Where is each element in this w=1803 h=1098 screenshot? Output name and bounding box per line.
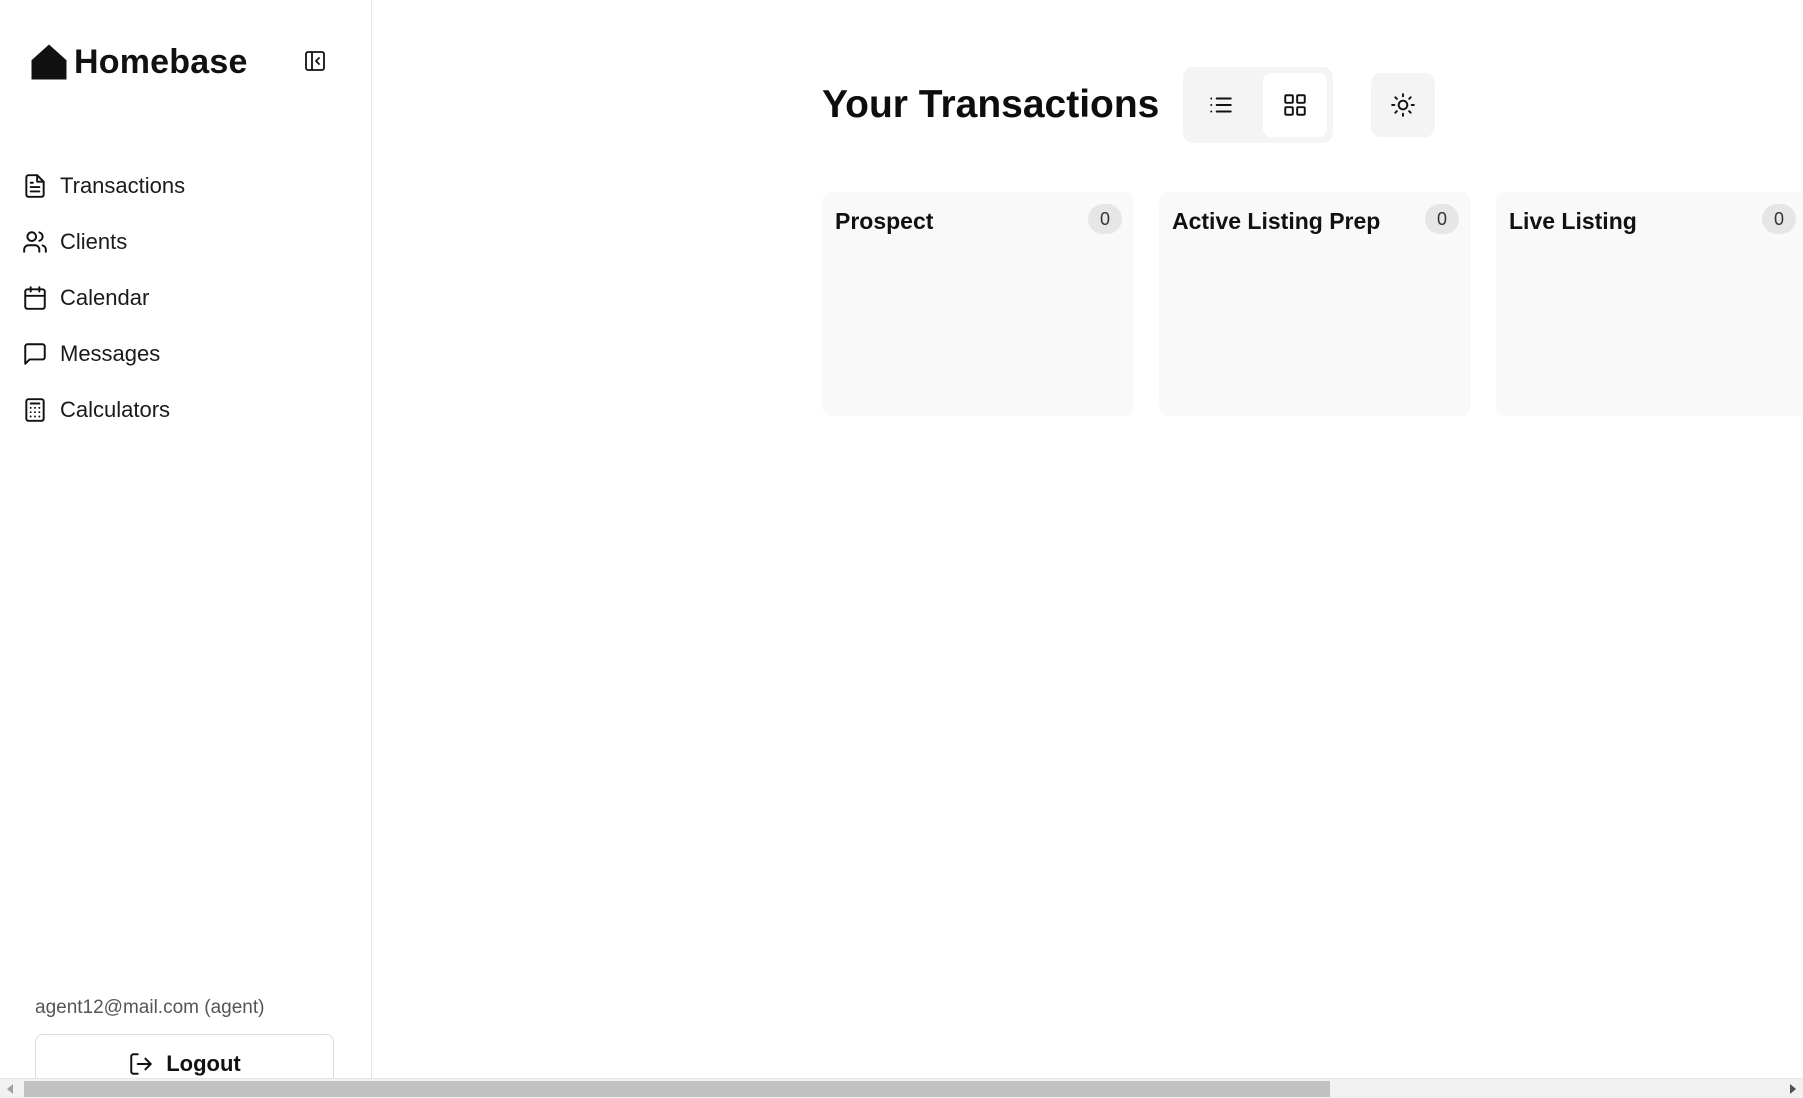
column-count-badge: 0	[1088, 204, 1122, 234]
kanban-column-prospect[interactable]: Prospect 0	[822, 192, 1134, 416]
column-count-badge: 0	[1762, 204, 1796, 234]
sidebar-item-clients[interactable]: Clients	[22, 214, 185, 270]
sidebar-item-transactions[interactable]: Transactions	[22, 158, 185, 214]
view-toggle	[1183, 67, 1334, 143]
kanban-column-live-listing[interactable]: Live Listing 0	[1496, 192, 1803, 416]
message-icon	[24, 343, 46, 365]
triangle-right-icon	[1790, 1084, 1796, 1094]
sidebar: Homebase Transactions Clients Calendar M…	[0, 0, 372, 1094]
list-icon	[1210, 97, 1233, 113]
horizontal-scrollbar[interactable]	[0, 1078, 1803, 1098]
users-icon	[23, 231, 47, 253]
main-content: Your Transactions Prospect 0 Active List…	[373, 0, 1803, 1078]
grid-view-button[interactable]	[1263, 73, 1328, 137]
app: Homebase Transactions Clients Calendar M…	[0, 0, 1803, 1098]
column-title: Live Listing	[1509, 208, 1637, 234]
calculator-icon	[25, 398, 45, 422]
list-view-button[interactable]	[1189, 73, 1253, 137]
sidebar-collapse-button[interactable]	[300, 46, 330, 76]
column-title: Prospect	[835, 208, 934, 234]
sidebar-item-label: Clients	[60, 229, 128, 254]
kanban-board: Prospect 0 Active Listing Prep 0 Live Li…	[822, 192, 1803, 416]
sidebar-item-label: Calendar	[60, 285, 150, 310]
logout-label: Logout	[166, 1051, 241, 1076]
column-title: Active Listing Prep	[1172, 208, 1381, 234]
sidebar-item-calculators[interactable]: Calculators	[22, 382, 185, 438]
page-header: Your Transactions	[822, 66, 1436, 144]
kanban-column-active-listing-prep[interactable]: Active Listing Prep 0	[1159, 192, 1471, 416]
sidebar-item-label: Messages	[60, 341, 161, 366]
brand-name: Homebase	[74, 42, 248, 81]
sun-icon	[1391, 93, 1416, 117]
sidebar-item-calendar[interactable]: Calendar	[22, 270, 185, 326]
sidebar-item-messages[interactable]: Messages	[22, 326, 185, 382]
calendar-icon	[24, 286, 46, 310]
column-count-badge: 0	[1425, 204, 1459, 234]
document-icon	[25, 174, 45, 198]
user-email: agent12@mail.com (agent)	[35, 997, 265, 1018]
sidebar-nav: Transactions Clients Calendar Messages C…	[22, 158, 185, 438]
brand-logo[interactable]: Homebase	[28, 40, 248, 84]
triangle-left-icon	[7, 1084, 13, 1094]
logout-icon	[130, 1053, 152, 1075]
scrollbar-thumb[interactable]	[24, 1081, 1330, 1097]
sidebar-collapse-icon	[305, 51, 325, 71]
sidebar-item-label: Transactions	[60, 173, 186, 198]
scroll-left-arrow[interactable]	[0, 1079, 20, 1098]
page-title: Your Transactions	[822, 83, 1160, 126]
grid-icon	[1284, 94, 1307, 116]
scroll-right-arrow[interactable]	[1783, 1079, 1803, 1098]
house-icon	[31, 44, 67, 80]
sidebar-item-label: Calculators	[60, 397, 171, 422]
theme-toggle-button[interactable]	[1371, 73, 1436, 137]
